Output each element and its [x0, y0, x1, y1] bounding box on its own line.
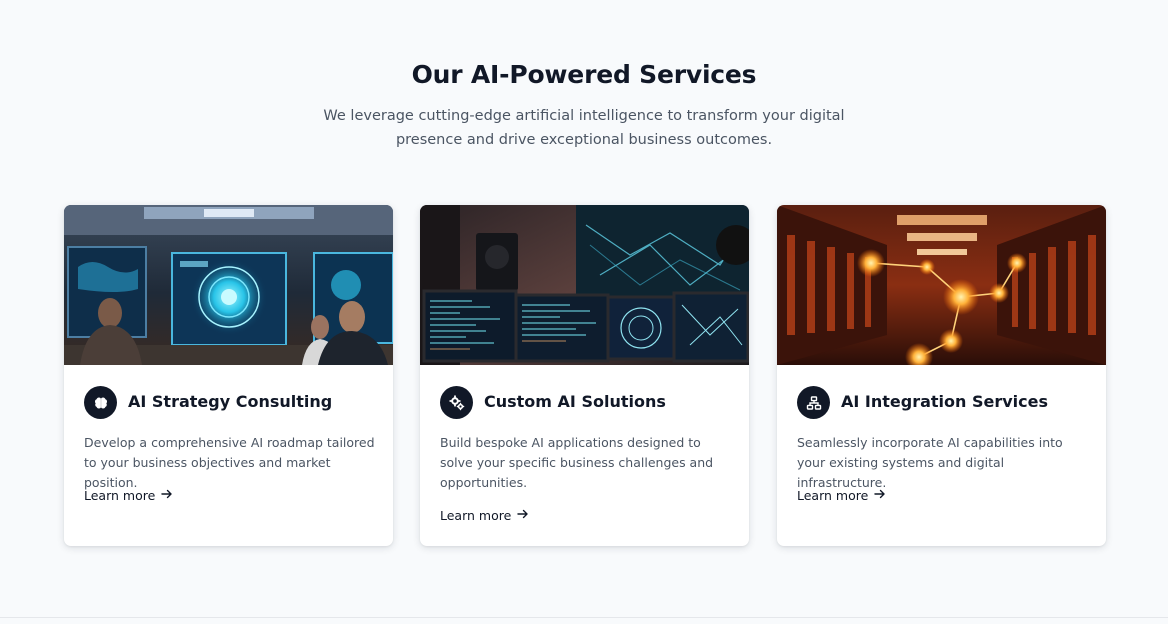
learn-more-link[interactable]: Learn more	[797, 488, 886, 503]
section-subtitle: We leverage cutting-edge artificial inte…	[323, 108, 845, 148]
learn-more-label: Learn more	[84, 488, 156, 503]
arrow-right-icon	[161, 488, 173, 503]
learn-more-label: Learn more	[797, 488, 869, 503]
learn-more-link[interactable]: Learn more	[440, 508, 529, 523]
ai-strategy-room-image	[64, 205, 393, 365]
services-section: Our AI-Powered Services We leverage cutt…	[0, 0, 1168, 618]
section-title: Our AI-Powered Services	[411, 60, 757, 89]
learn-more-link[interactable]: Learn more	[84, 488, 173, 503]
network-icon	[797, 386, 830, 419]
learn-more-label: Learn more	[440, 508, 512, 523]
card-title: AI Integration Services	[841, 392, 1049, 411]
card-title: Custom AI Solutions	[484, 392, 666, 411]
service-card-ai-strategy: AI Strategy Consulting Develop a compreh…	[64, 205, 393, 546]
service-card-ai-integration: AI Integration Services Seamlessly incor…	[777, 205, 1106, 546]
service-card-custom-ai: Custom AI Solutions Build bespoke AI app…	[420, 205, 749, 546]
server-room-image	[777, 205, 1106, 365]
arrow-right-icon	[517, 508, 529, 523]
card-description: Develop a comprehensive AI roadmap tailo…	[84, 435, 375, 490]
cogs-icon	[440, 386, 473, 419]
arrow-right-icon	[874, 488, 886, 503]
card-description: Seamlessly incorporate AI capabilities i…	[797, 435, 1063, 490]
coding-monitors-image	[420, 205, 749, 365]
card-title: AI Strategy Consulting	[128, 392, 333, 411]
card-description: Build bespoke AI applications designed t…	[440, 435, 714, 490]
brain-icon	[84, 386, 117, 419]
